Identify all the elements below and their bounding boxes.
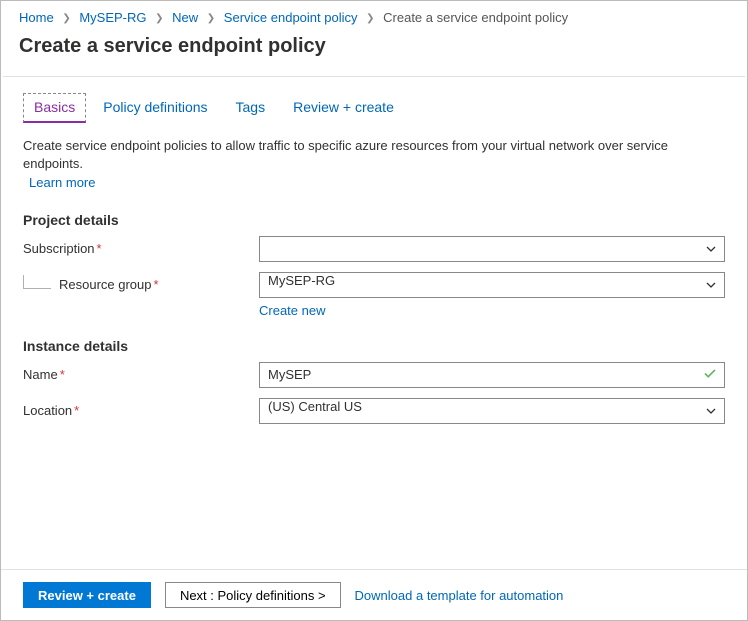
- resource-group-select[interactable]: MySEP-RG: [259, 272, 725, 298]
- breadcrumb: Home ❯ MySEP-RG ❯ New ❯ Service endpoint…: [1, 1, 747, 31]
- breadcrumb-current: Create a service endpoint policy: [383, 10, 568, 25]
- tab-tags[interactable]: Tags: [225, 93, 277, 123]
- chevron-right-icon: ❯: [202, 13, 220, 24]
- section-heading-instance: Instance details: [23, 338, 725, 354]
- breadcrumb-link[interactable]: Service endpoint policy: [224, 10, 358, 25]
- page-title: Create a service endpoint policy: [19, 35, 729, 58]
- review-create-button[interactable]: Review + create: [23, 582, 151, 608]
- chevron-right-icon: ❯: [57, 13, 75, 24]
- location-select[interactable]: (US) Central US: [259, 398, 725, 424]
- location-label: Location*: [23, 403, 259, 418]
- chevron-right-icon: ❯: [361, 13, 379, 24]
- tab-review-create[interactable]: Review + create: [282, 93, 405, 123]
- check-icon: [703, 366, 717, 383]
- breadcrumb-link[interactable]: New: [172, 10, 198, 25]
- name-input[interactable]: [259, 362, 725, 388]
- tab-basics[interactable]: Basics: [23, 93, 86, 123]
- resource-group-label: Resource group*: [23, 277, 259, 292]
- tab-bar: Basics Policy definitions Tags Review + …: [23, 77, 725, 123]
- description-text: Create service endpoint policies to allo…: [23, 137, 725, 192]
- download-template-link[interactable]: Download a template for automation: [355, 588, 564, 603]
- footer-bar: Review + create Next : Policy definition…: [1, 569, 747, 620]
- tree-indent-icon: [23, 275, 51, 289]
- name-label: Name*: [23, 367, 259, 382]
- create-new-link[interactable]: Create new: [259, 303, 325, 318]
- breadcrumb-link[interactable]: Home: [19, 10, 54, 25]
- learn-more-link[interactable]: Learn more: [29, 174, 95, 192]
- breadcrumb-link[interactable]: MySEP-RG: [79, 10, 146, 25]
- tab-policy-definitions[interactable]: Policy definitions: [92, 93, 218, 123]
- next-button[interactable]: Next : Policy definitions >: [165, 582, 341, 608]
- subscription-select[interactable]: [259, 236, 725, 262]
- subscription-label: Subscription*: [23, 241, 259, 256]
- section-heading-project: Project details: [23, 212, 725, 228]
- chevron-right-icon: ❯: [150, 13, 168, 24]
